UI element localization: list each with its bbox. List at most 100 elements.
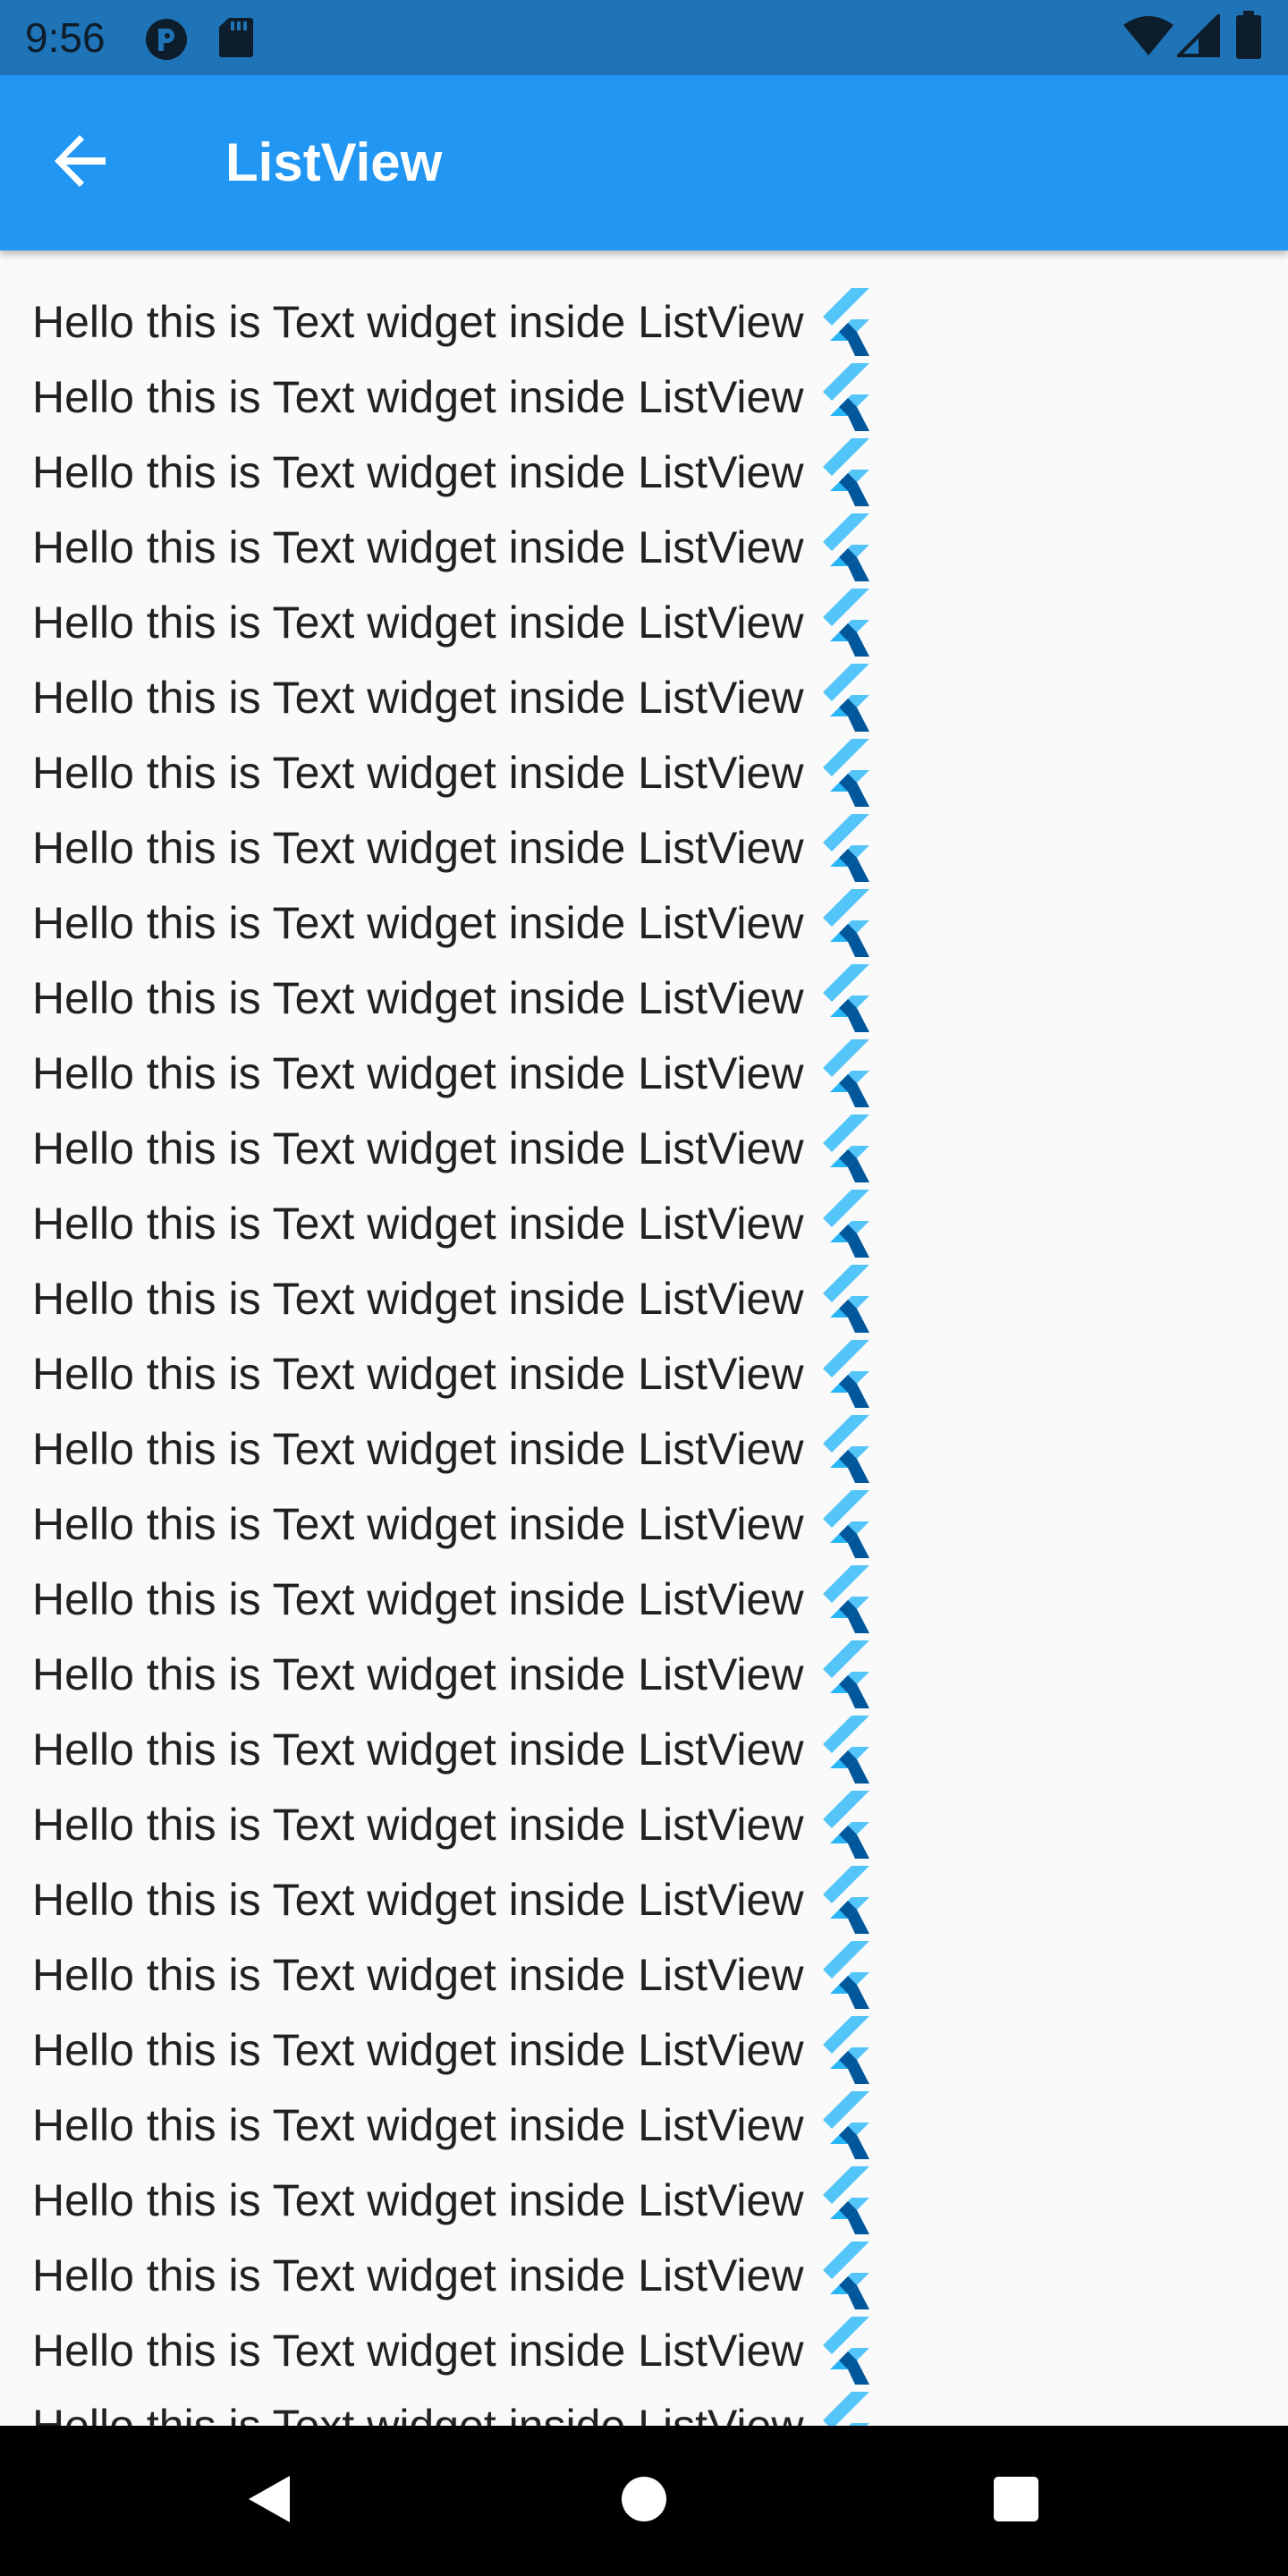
list-item-text: Hello this is Text widget inside ListVie…	[32, 1048, 804, 1098]
list-item: Hello this is Text widget inside ListVie…	[0, 2313, 1288, 2388]
list-item: Hello this is Text widget inside ListVie…	[0, 886, 1288, 961]
nav-home-button[interactable]	[608, 2465, 680, 2537]
list-item-text: Hello this is Text widget inside ListVie…	[32, 1950, 804, 2000]
list-item-text: Hello this is Text widget inside ListVie…	[32, 1199, 804, 1249]
list-item-text: Hello this is Text widget inside ListVie…	[32, 823, 804, 873]
status-time: 9:56	[25, 14, 106, 61]
flutter-logo-icon	[803, 2091, 873, 2159]
flutter-logo-icon	[803, 1114, 873, 1182]
list-item: Hello this is Text widget inside ListVie…	[0, 2163, 1288, 2238]
flutter-logo-icon	[803, 1265, 873, 1333]
list-item-text: Hello this is Text widget inside ListVie…	[32, 1875, 804, 1925]
list-items: Hello this is Text widget inside ListVie…	[0, 284, 1288, 2426]
flutter-logo-icon	[803, 889, 873, 957]
list-item: Hello this is Text widget inside ListVie…	[0, 435, 1288, 510]
list-item-text: Hello this is Text widget inside ListVie…	[32, 372, 804, 422]
flutter-logo-icon	[803, 1039, 873, 1107]
list-item-text: Hello this is Text widget inside ListVie…	[32, 522, 804, 572]
flutter-logo-icon	[803, 589, 873, 657]
flutter-logo-icon	[803, 1565, 873, 1633]
list-item-text: Hello this is Text widget inside ListVie…	[32, 1574, 804, 1624]
list-item: Hello this is Text widget inside ListVie…	[0, 1111, 1288, 1186]
screen: 9:56 ListView Hello this is Text widget …	[0, 0, 1288, 2576]
list-item: Hello this is Text widget inside ListVie…	[0, 660, 1288, 735]
flutter-logo-icon	[803, 2317, 873, 2385]
list-item: Hello this is Text widget inside ListVie…	[0, 1637, 1288, 1712]
home-circle-icon	[619, 2474, 669, 2529]
list-item: Hello this is Text widget inside ListVie…	[0, 1186, 1288, 1261]
flutter-logo-icon	[803, 1415, 873, 1483]
list-item-text: Hello this is Text widget inside ListVie…	[32, 1274, 804, 1324]
list-item: Hello this is Text widget inside ListVie…	[0, 360, 1288, 435]
list-item: Hello this is Text widget inside ListVie…	[0, 1787, 1288, 1862]
list-item-text: Hello this is Text widget inside ListVie…	[32, 297, 804, 347]
list-item-text: Hello this is Text widget inside ListVie…	[32, 1649, 804, 1699]
flutter-logo-icon	[803, 1640, 873, 1708]
list-item: Hello this is Text widget inside ListVie…	[0, 1562, 1288, 1637]
list-item: Hello this is Text widget inside ListVie…	[0, 2088, 1288, 2163]
list-item-text: Hello this is Text widget inside ListVie…	[32, 748, 804, 798]
nav-recents-button[interactable]	[980, 2465, 1052, 2537]
back-triangle-icon	[243, 2472, 297, 2530]
list-item: Hello this is Text widget inside ListVie…	[0, 735, 1288, 810]
list-item: Hello this is Text widget inside ListVie…	[0, 510, 1288, 585]
list-item: Hello this is Text widget inside ListVie…	[0, 1336, 1288, 1411]
flutter-logo-icon	[803, 1340, 873, 1408]
battery-icon	[1236, 11, 1261, 64]
list-item-text: Hello this is Text widget inside ListVie…	[32, 1724, 804, 1775]
navigation-bar	[0, 2426, 1288, 2576]
list-item: Hello this is Text widget inside ListVie…	[0, 1712, 1288, 1787]
flutter-logo-icon	[803, 664, 873, 732]
list-view[interactable]: Hello this is Text widget inside ListVie…	[0, 250, 1288, 2426]
list-item-text: Hello this is Text widget inside ListVie…	[32, 1800, 804, 1850]
flutter-logo-icon	[803, 1716, 873, 1784]
wifi-icon	[1122, 14, 1175, 62]
list-item-text: Hello this is Text widget inside ListVie…	[32, 447, 804, 497]
notification-app-icon	[143, 16, 190, 67]
list-item: Hello this is Text widget inside ListVie…	[0, 1487, 1288, 1562]
app-bar-title: ListView	[225, 132, 443, 192]
list-item-text: Hello this is Text widget inside ListVie…	[32, 2025, 804, 2075]
flutter-logo-icon	[803, 2166, 873, 2234]
recents-square-icon	[991, 2474, 1041, 2529]
flutter-logo-icon	[803, 814, 873, 882]
list-item-text: Hello this is Text widget inside ListVie…	[32, 2100, 804, 2150]
list-item: Hello this is Text widget inside ListVie…	[0, 2388, 1288, 2426]
arrow-back-icon	[54, 132, 111, 194]
list-item-text: Hello this is Text widget inside ListVie…	[32, 2326, 804, 2376]
flutter-logo-icon	[803, 513, 873, 581]
flutter-logo-icon	[803, 964, 873, 1032]
app-bar: ListView	[0, 75, 1288, 250]
flutter-logo-icon	[803, 2241, 873, 2309]
list-item: Hello this is Text widget inside ListVie…	[0, 1937, 1288, 2012]
flutter-logo-icon	[803, 1866, 873, 1934]
sd-card-icon	[218, 16, 254, 64]
list-item-text: Hello this is Text widget inside ListVie…	[32, 673, 804, 723]
list-item-text: Hello this is Text widget inside ListVie…	[32, 2401, 804, 2426]
list-item: Hello this is Text widget inside ListVie…	[0, 585, 1288, 660]
flutter-logo-icon	[803, 363, 873, 431]
flutter-logo-icon	[803, 1791, 873, 1859]
list-item-text: Hello this is Text widget inside ListVie…	[32, 973, 804, 1023]
list-item-text: Hello this is Text widget inside ListVie…	[32, 1424, 804, 1474]
list-item: Hello this is Text widget inside ListVie…	[0, 1036, 1288, 1111]
list-item: Hello this is Text widget inside ListVie…	[0, 810, 1288, 886]
flutter-logo-icon	[803, 1490, 873, 1558]
list-item-text: Hello this is Text widget inside ListVie…	[32, 1123, 804, 1174]
status-bar: 9:56	[0, 0, 1288, 75]
flutter-logo-icon	[803, 288, 873, 356]
list-item: Hello this is Text widget inside ListVie…	[0, 2012, 1288, 2088]
flutter-logo-icon	[803, 739, 873, 807]
list-item: Hello this is Text widget inside ListVie…	[0, 1862, 1288, 1937]
list-item-text: Hello this is Text widget inside ListVie…	[32, 2175, 804, 2225]
list-item: Hello this is Text widget inside ListVie…	[0, 2238, 1288, 2313]
flutter-logo-icon	[803, 2392, 873, 2426]
nav-back-button[interactable]	[234, 2465, 306, 2537]
list-item: Hello this is Text widget inside ListVie…	[0, 1411, 1288, 1487]
list-item: Hello this is Text widget inside ListVie…	[0, 284, 1288, 360]
flutter-logo-icon	[803, 438, 873, 506]
list-item-text: Hello this is Text widget inside ListVie…	[32, 597, 804, 648]
flutter-logo-icon	[803, 1941, 873, 2009]
list-item-text: Hello this is Text widget inside ListVie…	[32, 2250, 804, 2301]
back-button[interactable]	[36, 116, 129, 209]
